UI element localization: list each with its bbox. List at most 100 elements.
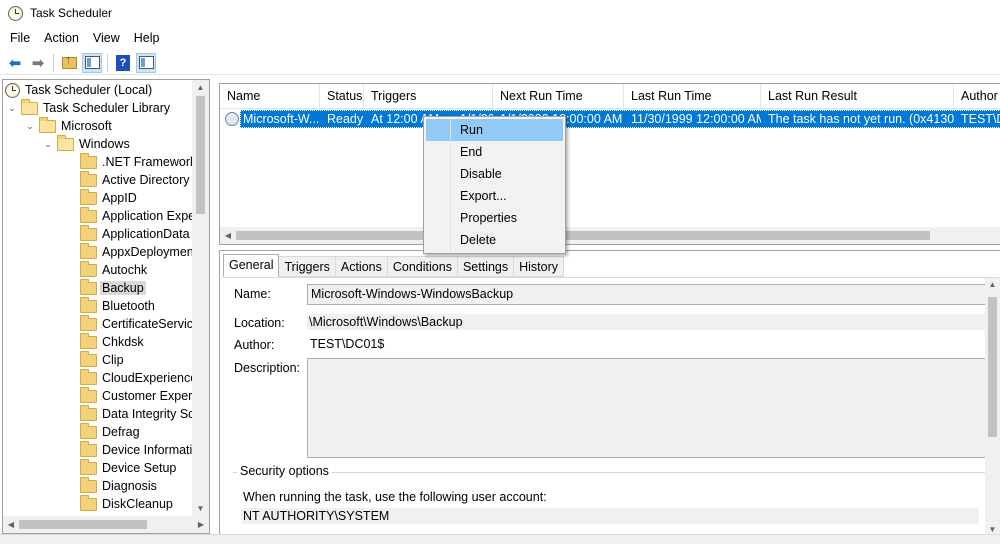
- tree-folder-label: Diagnosis: [102, 479, 157, 493]
- menu-view[interactable]: View: [86, 31, 127, 45]
- tree-folder-item[interactable]: Diagnosis: [80, 476, 157, 495]
- cell-last-run-result: The task has not yet run. (0x41303): [768, 112, 954, 126]
- folder-up-icon: [61, 54, 77, 69]
- tree-horizontal-scrollbar[interactable]: ◀ ▶: [3, 516, 209, 533]
- cell-last-run-time: 11/30/1999 12:00:00 AM: [631, 112, 761, 126]
- tree-item-library[interactable]: ⌄ Task Scheduler Library: [7, 98, 170, 117]
- folder-icon: [80, 458, 97, 475]
- folder-icon: [80, 440, 97, 457]
- tree-folder-item[interactable]: Data Integrity Sca: [80, 404, 201, 423]
- column-author[interactable]: Author: [954, 84, 1000, 109]
- folder-icon: [80, 368, 97, 385]
- tree-folder-item[interactable]: Active Directory R: [80, 170, 203, 189]
- security-run-as-text: When running the task, use the following…: [243, 490, 547, 504]
- chevron-down-icon[interactable]: ⌄: [43, 139, 53, 150]
- scroll-left-icon[interactable]: ◀: [220, 227, 236, 244]
- tree-vertical-scrollbar[interactable]: ▲ ▼: [192, 80, 209, 517]
- context-menu-end[interactable]: End: [426, 141, 563, 163]
- tree-item-root[interactable]: Task Scheduler (Local): [5, 81, 152, 99]
- tab-general[interactable]: General: [223, 254, 280, 277]
- tree-folder-item[interactable]: Defrag: [80, 422, 140, 441]
- tree-folder-item[interactable]: ApplicationData: [80, 224, 190, 243]
- tab-triggers[interactable]: Triggers: [279, 256, 336, 277]
- column-last-run-time[interactable]: Last Run Time: [624, 84, 761, 109]
- tree-folder-item[interactable]: Customer Experie: [80, 386, 202, 405]
- menu-file[interactable]: File: [0, 31, 37, 45]
- details-vertical-scrollbar[interactable]: ▲ ▼: [985, 278, 1000, 536]
- scroll-up-icon[interactable]: ▲: [192, 80, 209, 96]
- tree-folder-item[interactable]: AppxDeployment: [80, 242, 198, 261]
- folder-icon: [80, 350, 97, 367]
- tab-conditions[interactable]: Conditions: [387, 256, 458, 277]
- scroll-thumb[interactable]: [236, 231, 930, 240]
- context-menu-properties[interactable]: Properties: [426, 207, 563, 229]
- table-row[interactable]: Microsoft-W... Ready At 12:00 AM on 1/1/…: [220, 110, 1000, 128]
- folder-icon: [80, 242, 97, 259]
- tree-folder-item[interactable]: CloudExperienceH: [80, 368, 206, 387]
- tree-folder-item[interactable]: Autochk: [80, 260, 147, 279]
- tab-history[interactable]: History: [514, 256, 565, 277]
- context-menu-disable[interactable]: Disable: [426, 163, 563, 185]
- show-hide-action-pane-button[interactable]: [136, 52, 156, 73]
- tree-folder-item[interactable]: Clip: [80, 350, 124, 369]
- tree-folder-item[interactable]: Device Informatio: [80, 440, 199, 459]
- help-button[interactable]: ?: [113, 53, 133, 73]
- folder-icon: [80, 188, 97, 205]
- menu-help[interactable]: Help: [127, 31, 167, 45]
- tree-folder-item[interactable]: Chkdsk: [80, 332, 144, 351]
- tree-folder-item[interactable]: Application Exper: [80, 206, 199, 225]
- forward-arrow-icon[interactable]: ➡: [28, 53, 48, 73]
- task-scheduler-icon: [5, 82, 20, 98]
- tree-folder-item[interactable]: .NET Framework: [80, 152, 196, 171]
- tree-folder-item[interactable]: DiskCleanup: [80, 494, 173, 513]
- tree-folder-label: AppxDeployment: [102, 245, 198, 259]
- chevron-down-icon[interactable]: ⌄: [25, 121, 35, 132]
- column-status[interactable]: Status: [320, 84, 364, 109]
- tree-item-microsoft[interactable]: ⌄ Microsoft: [25, 116, 112, 135]
- folder-icon: [80, 170, 97, 187]
- context-menu-delete[interactable]: Delete: [426, 229, 563, 251]
- tree-folder-item[interactable]: Bluetooth: [80, 296, 155, 315]
- up-folder-button[interactable]: [59, 53, 79, 73]
- tree-folder-label: AppID: [102, 191, 137, 205]
- cell-status: Ready: [327, 112, 364, 126]
- column-triggers[interactable]: Triggers: [364, 84, 493, 109]
- scroll-up-icon[interactable]: ▲: [985, 280, 1000, 289]
- description-field[interactable]: [307, 358, 988, 458]
- name-label: Name:: [234, 287, 271, 301]
- tree-folder-item[interactable]: AppID: [80, 188, 137, 207]
- name-field[interactable]: Microsoft-Windows-WindowsBackup: [307, 284, 988, 305]
- task-list-horizontal-scrollbar[interactable]: ◀: [220, 227, 1000, 244]
- tab-settings[interactable]: Settings: [457, 256, 515, 277]
- task-scheduler-icon: [8, 5, 23, 21]
- tree-folder-item[interactable]: Backup: [80, 278, 146, 297]
- context-menu-run[interactable]: Run: [426, 119, 563, 141]
- tree-folder-label: Active Directory R: [102, 173, 203, 187]
- tab-actions[interactable]: Actions: [335, 256, 388, 277]
- scroll-thumb[interactable]: [196, 96, 205, 214]
- security-account-value: NT AUTHORITY\SYSTEM: [241, 508, 979, 524]
- scroll-right-icon[interactable]: ▶: [193, 516, 209, 533]
- tree-folder-item[interactable]: CertificateService: [80, 314, 200, 333]
- tree-folder-label: DiskCleanup: [102, 497, 173, 511]
- scroll-thumb[interactable]: [19, 520, 147, 529]
- task-clock-icon: [225, 112, 239, 126]
- folder-icon: [80, 296, 97, 313]
- column-next-run-time[interactable]: Next Run Time: [493, 84, 624, 109]
- scroll-down-icon[interactable]: ▼: [985, 525, 1000, 534]
- scroll-thumb[interactable]: [988, 297, 997, 437]
- tree-folder-item[interactable]: Device Setup: [80, 458, 176, 477]
- scroll-left-icon[interactable]: ◀: [3, 516, 19, 533]
- back-arrow-icon[interactable]: ⬅: [5, 53, 25, 73]
- show-hide-console-tree-button[interactable]: [82, 52, 102, 73]
- context-menu-export[interactable]: Export...: [426, 185, 563, 207]
- column-last-run-result[interactable]: Last Run Result: [761, 84, 954, 109]
- console-tree[interactable]: Task Scheduler (Local) ⌄ Task Scheduler …: [2, 79, 210, 534]
- folder-icon: [57, 134, 74, 151]
- scroll-down-icon[interactable]: ▼: [192, 501, 209, 517]
- menu-action[interactable]: Action: [37, 31, 86, 45]
- column-name[interactable]: Name: [220, 84, 320, 109]
- chevron-down-icon[interactable]: ⌄: [7, 103, 17, 114]
- task-list[interactable]: Name Status Triggers Next Run Time Last …: [219, 83, 1000, 245]
- tree-item-windows[interactable]: ⌄ Windows: [43, 134, 130, 153]
